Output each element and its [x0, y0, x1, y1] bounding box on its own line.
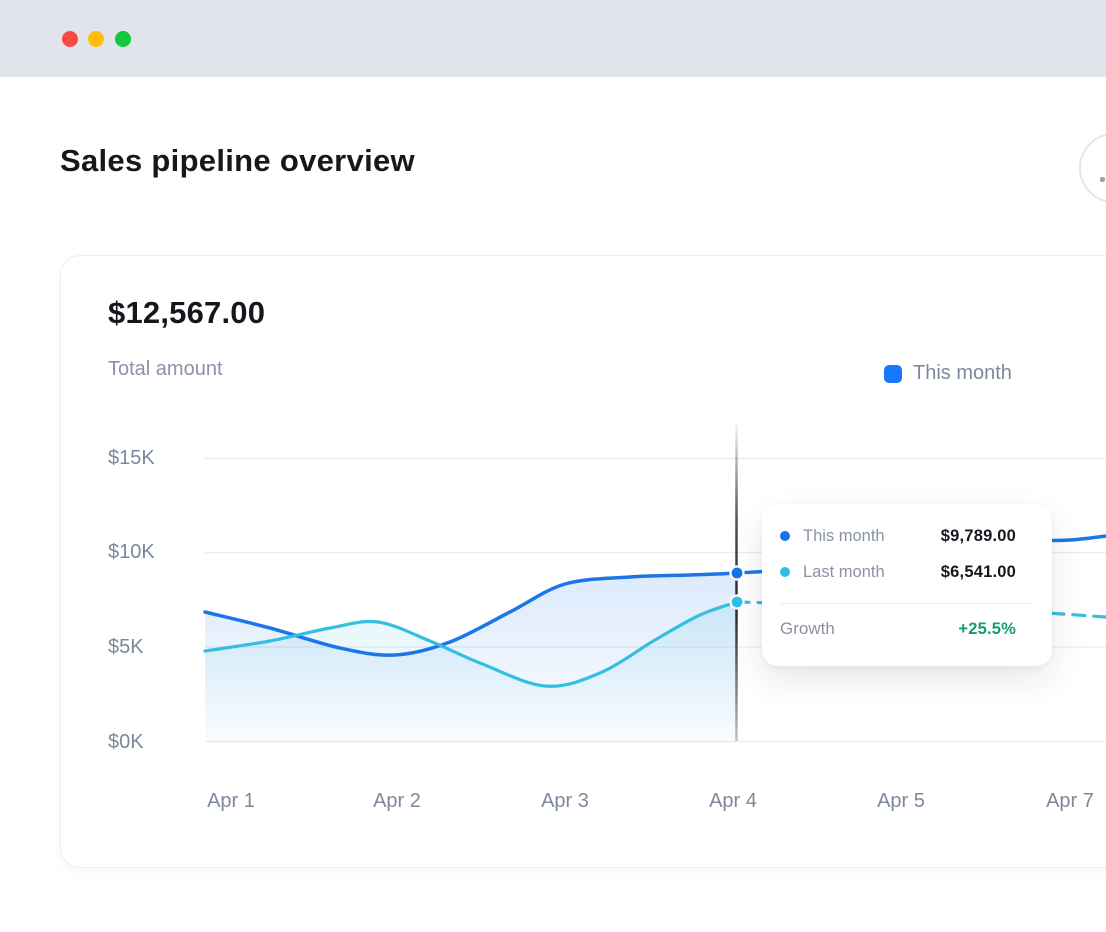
data-point-dot — [731, 567, 744, 580]
pipeline-chart[interactable] — [0, 0, 1106, 932]
this-month-dot-icon — [780, 531, 790, 541]
growth-label: Growth — [780, 619, 835, 639]
tooltip-label: Last month — [803, 563, 885, 582]
data-point-dot — [731, 596, 744, 609]
chart-tooltip: This month $9,789.00 Last month $6,541.0… — [762, 504, 1052, 666]
tooltip-row-last-month: Last month $6,541.00 — [780, 554, 1032, 590]
tooltip-row-growth: Growth +25.5% — [780, 604, 1032, 654]
tooltip-row-this-month: This month $9,789.00 — [780, 518, 1032, 554]
app-window: Sales pipeline overview $12,567.00 Total… — [0, 0, 1106, 932]
tooltip-value: $6,541.00 — [941, 563, 1032, 582]
last-month-dot-icon — [780, 567, 790, 577]
this-month-area — [205, 573, 737, 742]
growth-value: +25.5% — [958, 620, 1032, 639]
tooltip-value: $9,789.00 — [941, 527, 1032, 546]
tooltip-label: This month — [803, 527, 885, 546]
